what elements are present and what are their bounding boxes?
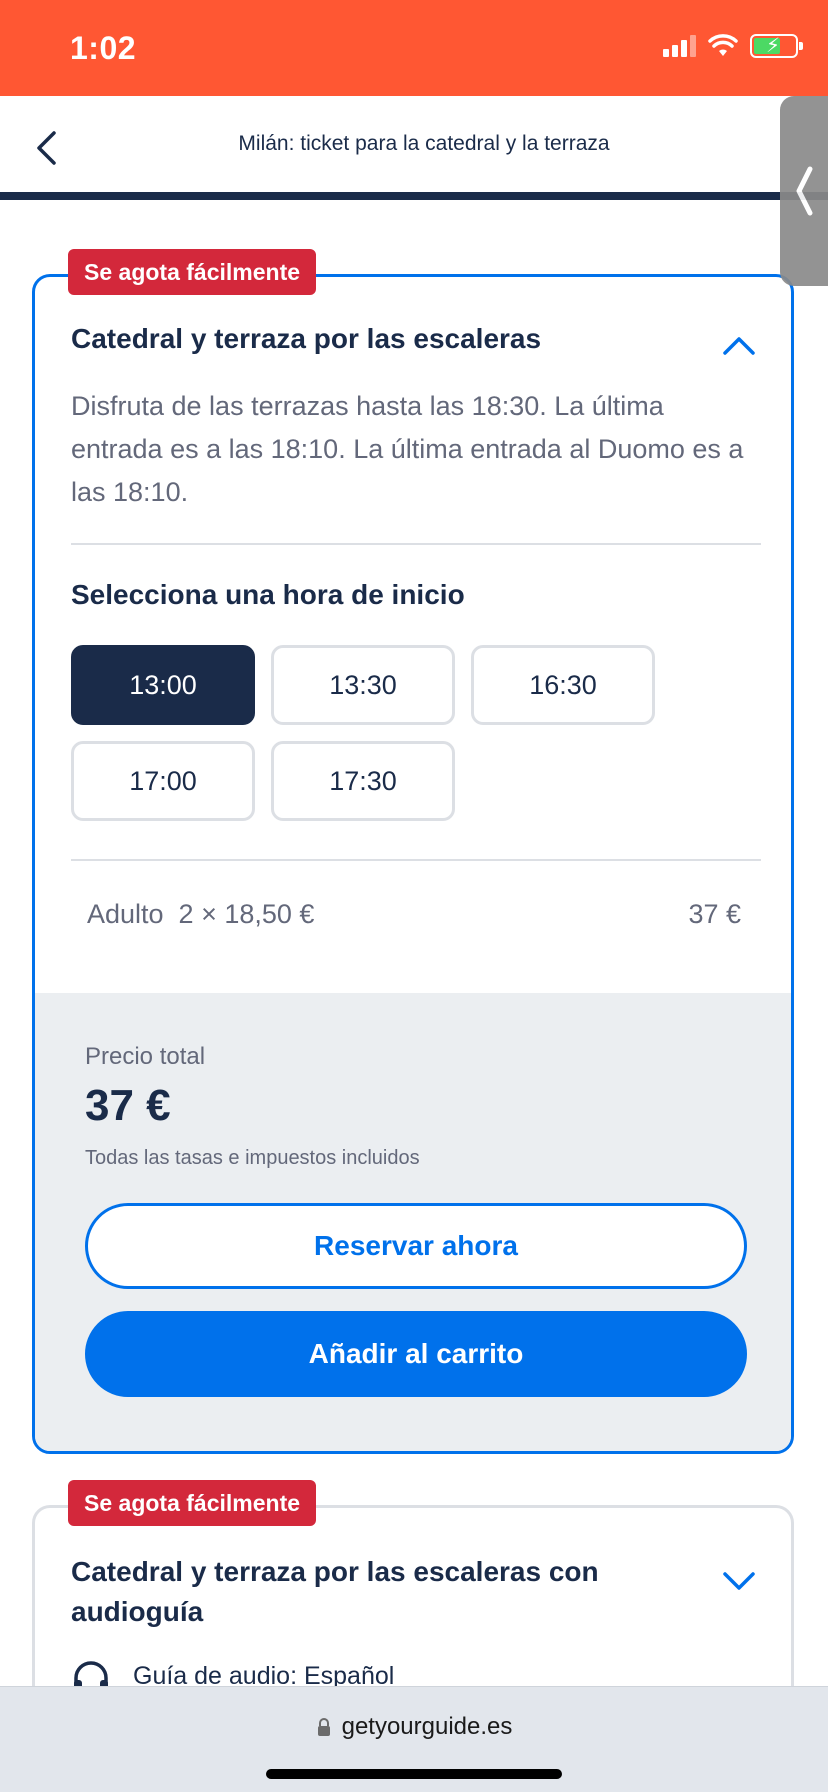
total-price-label: Precio total bbox=[85, 1043, 206, 1070]
sells-out-badge: Se agota fácilmente bbox=[68, 249, 317, 295]
battery-icon: ⚡ bbox=[750, 34, 803, 58]
status-bar: 1:02 ⚡ bbox=[0, 0, 828, 96]
price-summary: Precio total 37 € Todas las tasas e impu… bbox=[35, 993, 791, 1451]
time-slot-1330[interactable]: 13:30 bbox=[271, 645, 455, 725]
url-row[interactable]: getyourguide.es bbox=[0, 1713, 828, 1741]
time-slot-1300[interactable]: 13:00 bbox=[71, 645, 255, 725]
add-to-cart-button[interactable]: Añadir al carrito bbox=[85, 1311, 747, 1397]
divider bbox=[71, 859, 761, 861]
lock-icon bbox=[317, 1718, 330, 1736]
url-text: getyourguide.es bbox=[341, 1713, 513, 1740]
browser-address-bar[interactable]: getyourguide.es bbox=[0, 1686, 828, 1792]
total-price-value: 37 € bbox=[85, 1081, 171, 1130]
chevron-up-icon bbox=[723, 337, 755, 355]
time-slot-1630[interactable]: 16:30 bbox=[471, 645, 655, 725]
chevron-left-icon bbox=[796, 166, 813, 216]
status-icons: ⚡ bbox=[663, 34, 803, 58]
home-indicator[interactable] bbox=[266, 1769, 562, 1779]
option-card-stairs: Catedral y terraza por las escaleras Dis… bbox=[32, 274, 794, 1454]
participant-price-line: Adulto 2 × 18,50 € bbox=[87, 899, 315, 929]
start-time-label: Selecciona una hora de inicio bbox=[71, 579, 465, 610]
wifi-icon bbox=[708, 34, 738, 56]
taxes-note: Todas las tasas e impuestos incluidos bbox=[85, 1147, 420, 1169]
option-description: Disfruta de las terrazas hasta las 18:30… bbox=[71, 391, 744, 507]
divider bbox=[71, 543, 761, 545]
status-time: 1:02 bbox=[70, 30, 137, 66]
side-panel-handle[interactable] bbox=[780, 96, 828, 286]
reserve-now-button[interactable]: Reservar ahora bbox=[85, 1203, 747, 1289]
sells-out-badge: Se agota fácilmente bbox=[68, 1480, 317, 1526]
participant-subtotal: 37 € bbox=[688, 899, 741, 929]
time-slot-1730[interactable]: 17:30 bbox=[271, 741, 455, 821]
expand-button[interactable] bbox=[719, 1566, 759, 1598]
option-title[interactable]: Catedral y terraza por las escaleras bbox=[71, 323, 541, 355]
option-title[interactable]: Catedral y terraza por las escaleras con… bbox=[71, 1552, 671, 1632]
chevron-down-icon bbox=[723, 1572, 755, 1590]
time-slot-1700[interactable]: 17:00 bbox=[71, 741, 255, 821]
signal-icon bbox=[663, 35, 696, 57]
page-title: Milán: ticket para la catedral y la terr… bbox=[238, 132, 610, 155]
collapse-button[interactable] bbox=[719, 329, 759, 361]
page-header: Milán: ticket para la catedral y la terr… bbox=[0, 96, 828, 200]
